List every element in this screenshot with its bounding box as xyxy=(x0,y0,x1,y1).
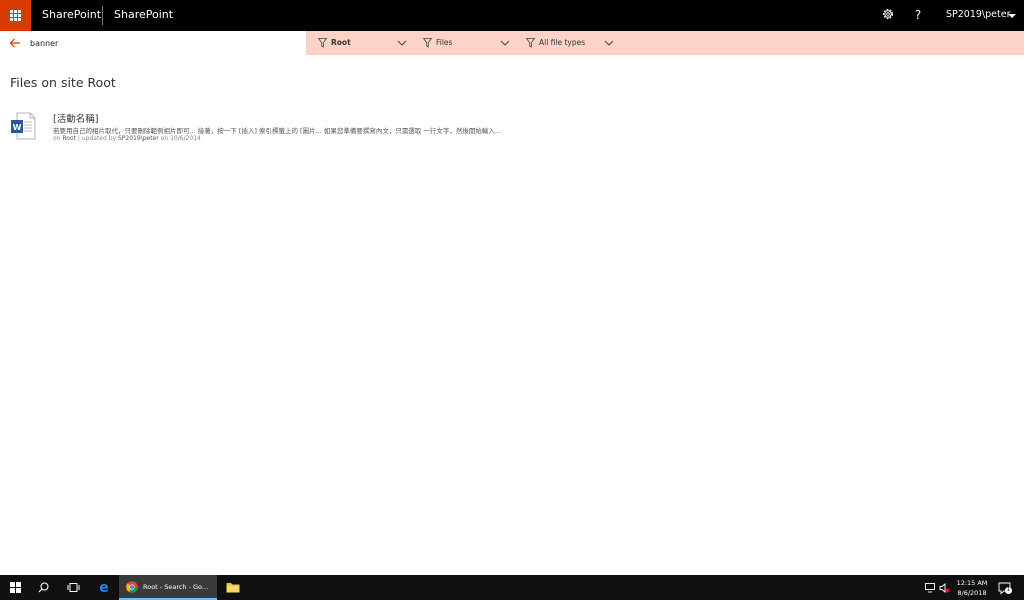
meta-on: on xyxy=(160,135,169,142)
waffle-icon xyxy=(10,10,21,21)
filter-icon xyxy=(318,38,327,48)
help-button[interactable]: ? xyxy=(910,7,926,23)
result-summary: 若要用自己的相片取代，只要刪除範例相片即可... 接著，按一下 [插入] 索引標… xyxy=(53,127,502,135)
windows-icon xyxy=(10,582,21,593)
meta-updated-by: | updated by xyxy=(77,135,117,142)
svg-text:W: W xyxy=(13,123,22,132)
divider xyxy=(102,6,103,25)
filter-file-type[interactable]: All file types xyxy=(526,31,618,55)
chrome-task-button[interactable]: Root - Search - Go... xyxy=(119,575,217,600)
app-launcher-button[interactable] xyxy=(0,0,31,31)
site-title[interactable]: SharePoint xyxy=(114,8,173,21)
filter-file-type-label: All file types xyxy=(539,38,586,47)
result-site-link[interactable]: Root xyxy=(62,135,76,142)
task-view-icon xyxy=(67,583,80,592)
file-explorer-button[interactable] xyxy=(222,575,244,600)
chrome-icon xyxy=(126,581,138,593)
search-input[interactable] xyxy=(30,35,290,51)
system-clock[interactable]: 12:15 AM 8/6/2018 xyxy=(950,578,994,598)
suite-bar: SharePoint SharePoint ? SP2019\peter xyxy=(0,0,1024,31)
edge-icon: e xyxy=(99,580,109,594)
search-bar: Root Files All file types xyxy=(0,31,1024,55)
filter-icon xyxy=(526,38,535,48)
settings-button[interactable] xyxy=(880,7,896,23)
chrome-task-label: Root - Search - Go... xyxy=(143,583,209,591)
volume-muted-icon[interactable] xyxy=(939,583,950,593)
filter-site[interactable]: Root xyxy=(318,31,408,55)
chevron-down-icon xyxy=(604,40,614,46)
edge-app-button[interactable]: e xyxy=(92,575,116,600)
result-author[interactable]: SP2019\peter xyxy=(118,135,159,142)
meta-prefix: on xyxy=(53,135,61,142)
folder-icon xyxy=(226,583,240,593)
filter-result-type[interactable]: Files xyxy=(423,31,513,55)
search-box xyxy=(0,31,306,55)
chevron-down-icon xyxy=(397,40,407,46)
search-icon xyxy=(38,582,49,593)
gear-icon xyxy=(883,9,893,19)
result-title[interactable]: [活動名稱] xyxy=(53,111,98,125)
search-button[interactable] xyxy=(32,575,54,600)
svg-text:e: e xyxy=(99,580,109,594)
filter-icon xyxy=(423,38,432,48)
chevron-down-icon xyxy=(500,40,510,46)
start-button[interactable] xyxy=(0,575,30,600)
user-menu[interactable]: SP2019\peter xyxy=(946,9,1011,20)
page-title: Files on site Root xyxy=(10,75,116,90)
filter-result-type-label: Files xyxy=(436,38,453,47)
result-date: 10/6/2014 xyxy=(170,135,201,142)
caret-down-icon[interactable] xyxy=(1008,14,1016,18)
clock-time: 12:15 AM xyxy=(956,579,988,587)
action-center-button[interactable]: 1 xyxy=(998,580,1012,595)
filter-site-label: Root xyxy=(331,38,351,47)
network-icon[interactable] xyxy=(925,583,936,593)
app-name[interactable]: SharePoint xyxy=(42,8,101,21)
clock-date: 8/6/2018 xyxy=(957,589,987,597)
notification-count: 1 xyxy=(1005,587,1012,594)
help-icon: ? xyxy=(914,8,922,22)
back-arrow-icon[interactable] xyxy=(9,37,21,49)
word-document-icon: W xyxy=(11,112,36,140)
result-metadata: on Root | updated by SP2019\peter on 10/… xyxy=(53,135,201,142)
task-view-button[interactable] xyxy=(62,575,84,600)
search-result-item[interactable]: W [活動名稱] 若要用自己的相片取代，只要刪除範例相片即可... 接著，按一下… xyxy=(10,110,610,150)
taskbar: e Root - Search - Go... 12:15 AM 8/6/201… xyxy=(0,575,1024,600)
